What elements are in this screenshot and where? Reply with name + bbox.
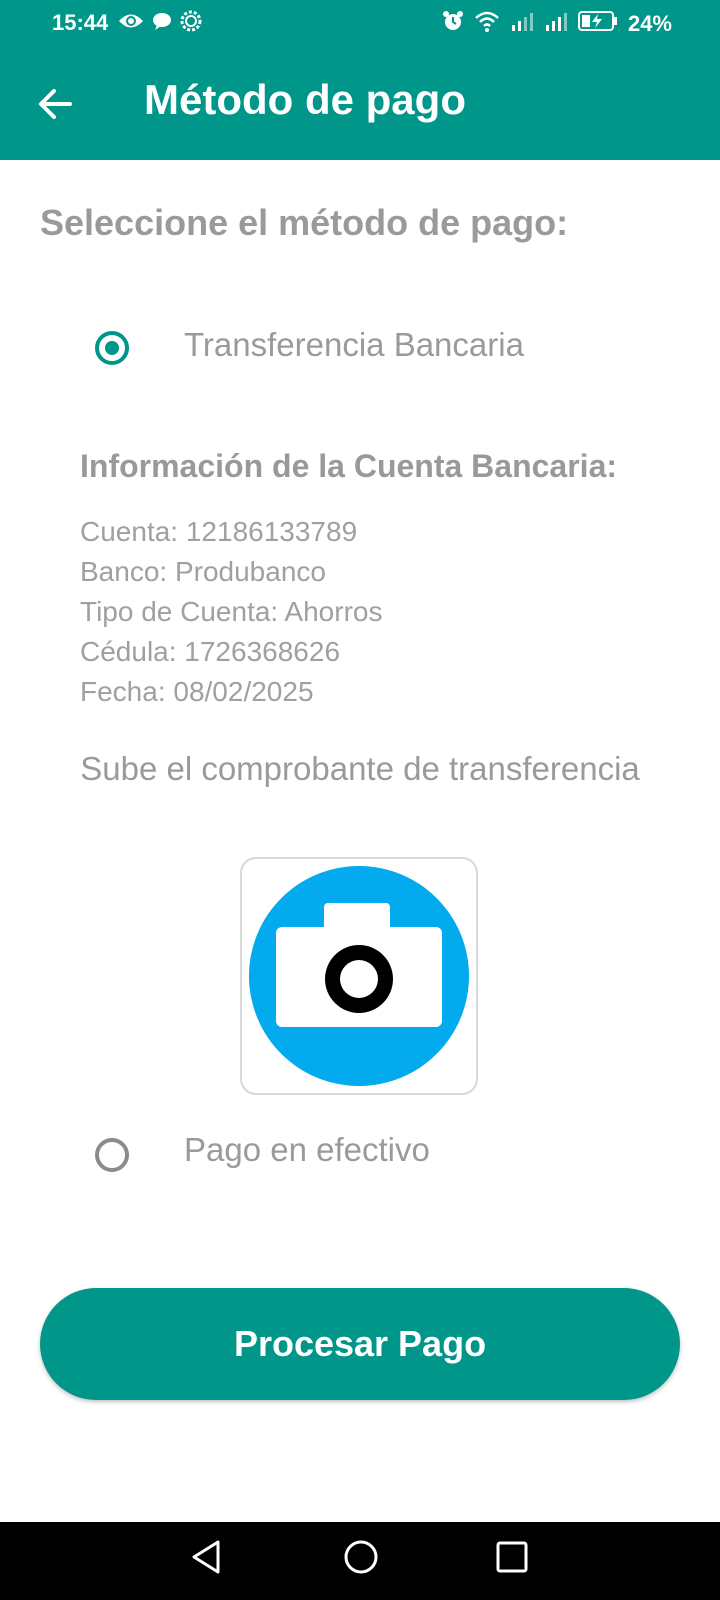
- system-nav-bar: [0, 1522, 720, 1600]
- signal-1-icon: [510, 11, 534, 36]
- app-bar: Método de pago: [0, 48, 720, 160]
- bank-account-line: Cuenta: 12186133789: [80, 516, 358, 547]
- eye-icon: [118, 12, 144, 35]
- home-circle-icon[interactable]: [342, 1538, 380, 1581]
- arrow-left-icon[interactable]: [34, 82, 78, 126]
- status-time: 15:44: [52, 10, 109, 35]
- bank-id-line: Cédula: 1726368626: [80, 636, 341, 667]
- process-payment-button[interactable]: Procesar Pago: [40, 1288, 680, 1400]
- radio-transfer[interactable]: [95, 331, 129, 365]
- settings-gear-icon: [180, 10, 202, 37]
- status-right-icons: 24%: [442, 10, 672, 37]
- battery-charging-icon: [577, 10, 618, 37]
- wifi-icon: [474, 10, 500, 37]
- status-left-icons: [118, 10, 202, 37]
- section-title: Seleccione el método de pago:: [40, 202, 569, 243]
- bank-info-lines: Cuenta: 12186133789 Banco: Produbanco Ti…: [80, 512, 382, 712]
- option-cash-label[interactable]: Pago en efectivo: [184, 1131, 430, 1169]
- radio-cash[interactable]: [95, 1138, 129, 1172]
- option-transfer-label[interactable]: Transferencia Bancaria: [184, 326, 524, 364]
- upload-label: Sube el comprobante de transferencia: [80, 750, 640, 787]
- recents-square-icon[interactable]: [494, 1538, 530, 1581]
- chat-bubble-icon: [152, 12, 172, 35]
- upload-receipt-button[interactable]: [240, 857, 478, 1095]
- bank-account-type-line: Tipo de Cuenta: Ahorros: [80, 596, 383, 627]
- bank-info-heading: Información de la Cuenta Bancaria:: [80, 448, 618, 484]
- bank-date-line: Fecha: 08/02/2025: [80, 676, 314, 707]
- bank-name-line: Banco: Produbanco: [80, 556, 326, 587]
- back-triangle-icon[interactable]: [188, 1538, 224, 1581]
- camera-icon: [249, 866, 469, 1086]
- status-bar: 15:44 24%: [0, 0, 720, 48]
- page-title: Método de pago: [144, 76, 466, 123]
- battery-percent: 24%: [627, 10, 672, 36]
- signal-2-icon: [544, 11, 568, 36]
- alarm-icon: [442, 10, 464, 37]
